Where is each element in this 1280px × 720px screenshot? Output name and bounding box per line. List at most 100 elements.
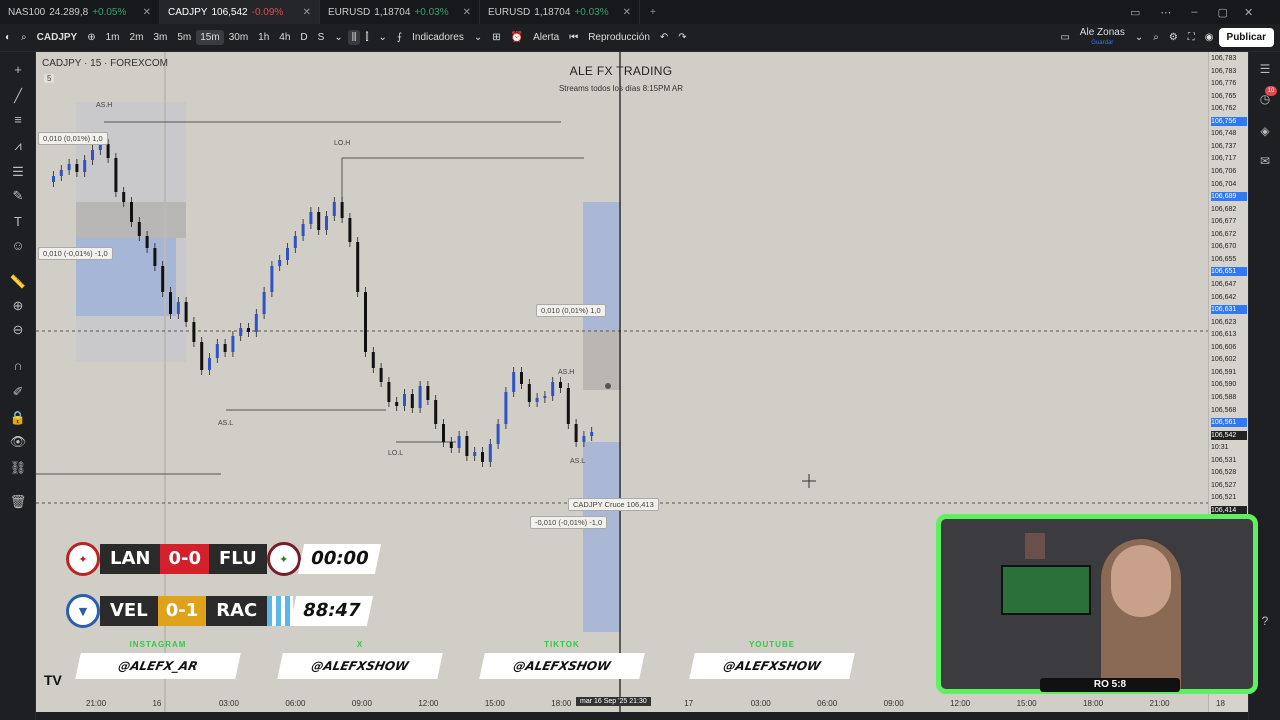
menu-icon[interactable]: ▭ xyxy=(1120,6,1150,19)
fullscreen-icon[interactable]: ⛶ xyxy=(1183,32,1200,43)
candles-icon[interactable]: ⫿ xyxy=(360,32,373,43)
interval-5m[interactable]: 5m xyxy=(172,32,196,43)
indicator-collapse[interactable]: 5 xyxy=(44,74,55,83)
crosshair-icon[interactable]: + xyxy=(8,60,28,80)
lock-icon[interactable]: 🔒 xyxy=(8,408,28,428)
time-tick-label: 21:00 xyxy=(1149,699,1170,708)
interval-s[interactable]: S xyxy=(313,32,330,43)
indicators-button[interactable]: Indicadores xyxy=(407,32,469,43)
chevron-down-icon[interactable]: ⌄ xyxy=(374,32,392,43)
position-tag[interactable]: 0,010 (-0,01%) -1,0 xyxy=(38,247,113,260)
alarm-icon[interactable]: ⏰ xyxy=(506,32,528,43)
alert-cross-tag[interactable]: CADJPY Cruce 106,413 xyxy=(568,498,659,511)
zoom-out-icon[interactable]: ⊖ xyxy=(8,320,28,340)
chevron-down-icon[interactable]: ⌄ xyxy=(1130,32,1148,43)
add-symbol-icon[interactable]: ⊕ xyxy=(82,32,100,43)
price-tick-label: 10:31 xyxy=(1211,444,1229,452)
trendline-icon[interactable]: ╱ xyxy=(8,86,28,106)
interval-1h[interactable]: 1h xyxy=(253,32,274,43)
position-tag[interactable]: 0,010 (0,01%) 1,0 xyxy=(536,304,606,317)
position-tag[interactable]: -0,010 (-0,01%) -1,0 xyxy=(530,516,608,529)
help-icon[interactable]: ? xyxy=(1256,612,1274,630)
interval-15m[interactable]: 15m xyxy=(196,30,224,45)
price-tick-label: 106,737 xyxy=(1211,142,1237,150)
undo-icon[interactable]: ↶ xyxy=(655,32,673,43)
pencil-lock-icon[interactable]: ✐ xyxy=(8,382,28,402)
interval-3m[interactable]: 3m xyxy=(148,32,172,43)
avatar[interactable]: ◐ xyxy=(0,32,16,43)
chevron-down-icon[interactable]: ⌄ xyxy=(329,32,347,43)
search-icon[interactable]: ⌕ xyxy=(16,32,32,43)
bars-style-icon[interactable]: ⫼ xyxy=(347,30,361,45)
candle-body xyxy=(590,432,594,436)
minimize-icon[interactable]: – xyxy=(1181,6,1207,18)
zoom-in-icon[interactable]: ⊕ xyxy=(8,296,28,316)
trash-icon[interactable]: 🗑 xyxy=(8,492,28,512)
interval-1m[interactable]: 1m xyxy=(101,32,125,43)
interval-2m[interactable]: 2m xyxy=(125,32,149,43)
brush-icon[interactable]: ✎ xyxy=(8,186,28,206)
scoreboard-1: ✦ LAN 0-0 FLU ✦ 00:00 xyxy=(66,542,382,576)
tab-eurusd-2[interactable]: EURUSD 1,18704 +0.03% ✕ xyxy=(480,0,640,24)
text-icon[interactable]: T xyxy=(8,212,28,232)
candle-body xyxy=(403,394,406,406)
replay-button[interactable]: Reproducción xyxy=(583,32,655,43)
close-icon[interactable]: ✕ xyxy=(623,7,631,18)
ruler-icon[interactable]: 📏 xyxy=(8,272,28,292)
layout-box-icon[interactable]: ▭ xyxy=(1055,32,1074,43)
time-tick-label: 12:00 xyxy=(950,699,971,708)
lines-icon[interactable]: ≡ xyxy=(8,110,28,130)
close-window-icon[interactable]: ✕ xyxy=(1238,6,1259,19)
tab-cadjpy[interactable]: CADJPY 106,542 -0.09% ✕ xyxy=(160,0,320,24)
webcam-label: RO 5:8 xyxy=(1040,678,1180,692)
fib-icon[interactable]: ☰ xyxy=(8,162,28,182)
new-tab-icon[interactable]: + xyxy=(640,7,666,18)
tab-nas100[interactable]: NAS100 24.289,8 +0.05% ✕ xyxy=(0,0,160,24)
emoji-icon[interactable]: ☺ xyxy=(8,236,28,256)
tab-eurusd[interactable]: EURUSD 1,18704 +0.03% ✕ xyxy=(320,0,480,24)
candle-body xyxy=(527,384,531,402)
redo-icon[interactable]: ↷ xyxy=(673,32,691,43)
magnet-icon[interactable]: ∩ xyxy=(8,356,28,376)
layout-icon[interactable]: ⊞ xyxy=(487,32,505,43)
team-crest-icon: ✦ xyxy=(66,542,100,576)
crosshair-date: mar 16 Sep '25 xyxy=(580,698,628,705)
eye-icon[interactable]: 👁 xyxy=(8,432,28,452)
close-icon[interactable]: ✕ xyxy=(463,7,471,18)
chat-icon[interactable]: ✉ xyxy=(1256,152,1274,170)
label-lo-low: LO.L xyxy=(388,450,404,457)
match-clock: 00:00 xyxy=(297,544,382,574)
quick-search-icon[interactable]: ⌕ xyxy=(1148,32,1164,43)
replay-icon[interactable]: ⏮ xyxy=(564,32,583,43)
price-tick-label: 106,672 xyxy=(1211,230,1237,238)
interval-d[interactable]: D xyxy=(295,32,312,43)
chevron-down-icon[interactable]: ⌄ xyxy=(469,32,487,43)
interval-30m[interactable]: 30m xyxy=(224,32,253,43)
more-icon[interactable]: ⋯ xyxy=(1150,6,1181,19)
gear-icon[interactable]: ⚙ xyxy=(1164,32,1183,43)
watchlist-icon[interactable]: ☰ xyxy=(1256,60,1274,78)
layout-name[interactable]: Ale Zonas Guardar xyxy=(1075,27,1130,48)
maximize-icon[interactable]: ▢ xyxy=(1208,6,1238,19)
camera-icon[interactable]: ◉ xyxy=(1200,32,1219,43)
layers-icon[interactable]: ◈ xyxy=(1256,122,1274,140)
position-tag[interactable]: 0,010 (0,01%) 1,0 xyxy=(38,132,108,145)
publish-button[interactable]: Publicar xyxy=(1218,28,1274,47)
interval-4h[interactable]: 4h xyxy=(274,32,295,43)
price-tick-label: 106,623 xyxy=(1211,318,1237,326)
link-icon[interactable]: ⛓ xyxy=(8,458,28,478)
crosshair-date-label: mar 16 Sep '25 21:30 xyxy=(576,697,651,706)
symbol-legend[interactable]: CADJPY · 15 · FOREXCOM xyxy=(42,58,168,69)
candle-body xyxy=(364,292,367,352)
home-team: VEL xyxy=(100,596,158,626)
close-icon[interactable]: ✕ xyxy=(303,7,311,18)
time-tick-label: 09:00 xyxy=(351,699,372,708)
pattern-icon[interactable]: ⩘ xyxy=(8,136,28,156)
price-tick-label: 106,531 xyxy=(1211,456,1237,464)
close-icon[interactable]: ✕ xyxy=(143,7,151,18)
alert-button[interactable]: Alerta xyxy=(528,32,564,43)
drawing-toolbar: + ╱ ≡ ⩘ ☰ ✎ T ☺ 📏 ⊕ ⊖ ∩ ✐ 🔒 👁 ⛓ 🗑 xyxy=(0,52,36,720)
time-tick-label: 18:00 xyxy=(1083,699,1104,708)
indicators-icon[interactable]: ⨍ xyxy=(392,32,407,43)
symbol-search[interactable]: CADJPY xyxy=(32,32,83,43)
